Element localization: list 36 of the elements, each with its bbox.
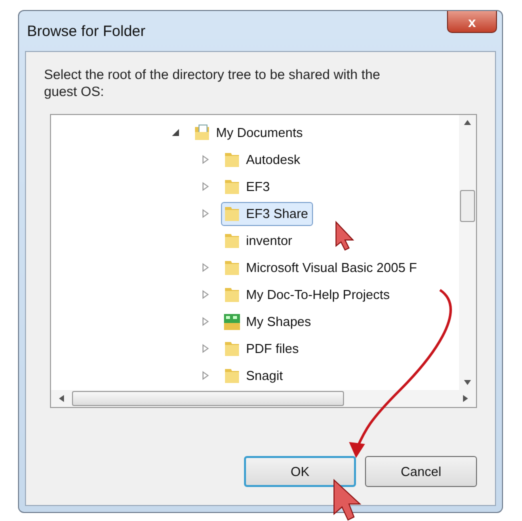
folder-icon bbox=[223, 366, 241, 384]
folder-icon bbox=[223, 178, 241, 196]
scroll-thumb[interactable] bbox=[460, 190, 475, 222]
folder-icon bbox=[223, 340, 241, 358]
folder-icon bbox=[223, 232, 241, 250]
vertical-scrollbar[interactable] bbox=[459, 115, 476, 390]
scroll-right-icon[interactable] bbox=[463, 395, 468, 402]
folder-icon bbox=[223, 204, 241, 222]
shapes-icon bbox=[223, 312, 241, 330]
tree-item[interactable]: My Documents bbox=[191, 120, 308, 144]
cancel-button[interactable]: Cancel bbox=[365, 456, 477, 487]
window-title: Browse for Folder bbox=[27, 22, 146, 40]
tree-item[interactable]: Microsoft Visual Basic 2005 F bbox=[221, 256, 422, 280]
cursor-icon bbox=[336, 220, 354, 251]
tree-item[interactable]: PDF files bbox=[221, 336, 304, 360]
scroll-left-icon[interactable] bbox=[59, 395, 64, 402]
tree-item[interactable]: EF3 Share bbox=[221, 202, 314, 226]
tree-item[interactable]: inventor bbox=[221, 228, 298, 252]
close-button[interactable]: x bbox=[447, 11, 497, 33]
scroll-thumb[interactable] bbox=[72, 391, 344, 406]
folder-icon bbox=[223, 258, 241, 276]
tree-item[interactable]: Autodesk bbox=[221, 148, 306, 172]
horizontal-scrollbar[interactable] bbox=[51, 390, 476, 407]
documents-folder-icon bbox=[193, 124, 211, 142]
tree-item[interactable]: Snagit bbox=[221, 364, 288, 388]
folder-icon bbox=[223, 286, 241, 304]
tree-item[interactable]: My Shapes bbox=[221, 310, 316, 334]
scroll-down-icon[interactable] bbox=[464, 380, 471, 385]
tree-item[interactable]: EF3 bbox=[221, 174, 275, 198]
tree-item[interactable]: My Doc-To-Help Projects bbox=[221, 282, 395, 306]
ok-button[interactable]: OK bbox=[244, 456, 356, 487]
instruction-text: Select the root of the directory tree to be shared with the guest OS: bbox=[44, 66, 382, 100]
cursor-icon bbox=[334, 478, 362, 521]
scroll-up-icon[interactable] bbox=[464, 120, 471, 125]
folder-icon bbox=[223, 150, 241, 168]
expander-icon[interactable] bbox=[171, 128, 180, 137]
